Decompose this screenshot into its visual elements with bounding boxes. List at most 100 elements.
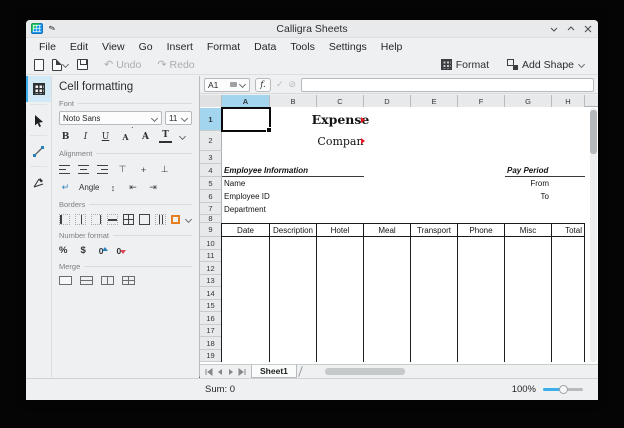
font-size-select[interactable]: 11 xyxy=(165,111,192,125)
cell-A5[interactable]: Name xyxy=(222,177,317,190)
align-right-icon[interactable] xyxy=(97,165,108,174)
menu-item[interactable]: Format xyxy=(200,40,247,54)
bold-button[interactable]: B xyxy=(59,130,72,143)
row-header-19[interactable]: 19 xyxy=(200,350,222,362)
table-header-cell[interactable]: Transport xyxy=(410,223,458,237)
currency-format-button[interactable]: $ xyxy=(80,245,85,256)
cell-G5[interactable]: From xyxy=(505,177,552,190)
border-vertical-icon[interactable] xyxy=(75,214,86,225)
align-center-icon[interactable] xyxy=(78,165,89,174)
vertical-scrollbar[interactable] xyxy=(590,108,597,362)
cell-C1[interactable]: Expense xyxy=(317,108,364,131)
first-sheet-icon[interactable] xyxy=(204,367,213,376)
table-header-cell[interactable]: Total xyxy=(551,223,585,237)
row-header-8[interactable]: 8 xyxy=(200,215,222,223)
merge-cells-icon[interactable] xyxy=(59,276,72,285)
border-horizontal-icon[interactable] xyxy=(107,214,118,225)
redo-label[interactable]: Redo xyxy=(170,59,195,71)
text-color-dropdown-icon[interactable] xyxy=(179,133,186,140)
decrease-precision-button[interactable]: 0 xyxy=(116,246,121,256)
accept-formula-icon[interactable]: ✓ xyxy=(276,79,284,90)
row-header-12[interactable]: 12 xyxy=(200,262,222,275)
row-header-17[interactable]: 17 xyxy=(200,325,222,337)
dock-tab-default-tool[interactable] xyxy=(26,107,51,133)
menu-item[interactable]: Go xyxy=(132,40,160,54)
row-header-9[interactable]: 9 xyxy=(200,223,222,237)
row-header-13[interactable]: 13 xyxy=(200,275,222,287)
row-header-15[interactable]: 15 xyxy=(200,300,222,312)
menu-item[interactable]: Tools xyxy=(283,40,322,54)
table-header-cell[interactable]: Phone xyxy=(457,223,505,237)
insert-function-button[interactable]: f. xyxy=(255,78,271,92)
dock-tab-calligraphy-tool[interactable] xyxy=(26,169,51,195)
cell-A6[interactable]: Employee ID xyxy=(222,190,317,203)
vertical-text-icon[interactable]: ↕ xyxy=(106,181,119,194)
menu-item[interactable]: Data xyxy=(247,40,283,54)
table-header-cell[interactable]: Meal xyxy=(363,223,411,237)
row-header-10[interactable]: 10 xyxy=(200,237,222,250)
row-header-3[interactable]: 3 xyxy=(200,151,222,164)
titlebar[interactable]: ✎ Calligra Sheets xyxy=(26,20,598,38)
row-header-1[interactable]: 1 xyxy=(200,108,222,131)
align-top-icon[interactable]: ⊤ xyxy=(116,163,129,176)
menu-item[interactable]: Insert xyxy=(160,40,200,54)
sheet-grid[interactable]: 12345678910111213141516171819DateDescrip… xyxy=(200,108,598,364)
border-left-icon[interactable] xyxy=(59,214,70,225)
open-document-icon[interactable] xyxy=(52,57,62,73)
menu-item[interactable]: Help xyxy=(374,40,410,54)
add-shape-button[interactable]: Add Shape xyxy=(502,57,590,73)
dock-tab-cell-tools[interactable] xyxy=(26,76,51,102)
cell-A7[interactable]: Department xyxy=(222,203,317,215)
table-header-cell[interactable]: Hotel xyxy=(316,223,364,237)
border-right-icon[interactable] xyxy=(91,214,102,225)
border-dropdown-icon[interactable] xyxy=(185,216,192,223)
underline-button[interactable]: U xyxy=(99,130,112,143)
row-header-6[interactable]: 6 xyxy=(200,190,222,203)
indent-increase-icon[interactable]: ⇥ xyxy=(146,181,159,194)
redo-icon[interactable]: ↷ xyxy=(157,57,166,73)
cell-selection-border[interactable] xyxy=(221,107,271,132)
column-header-A[interactable]: A xyxy=(222,95,270,107)
last-sheet-icon[interactable] xyxy=(237,367,246,376)
merge-vertical-icon[interactable] xyxy=(101,276,114,285)
increase-precision-button[interactable]: 0 xyxy=(99,246,104,256)
cell-G6[interactable]: To xyxy=(505,190,552,203)
cell-C2[interactable]: Compan xyxy=(317,131,364,151)
column-header-B[interactable]: B xyxy=(270,95,317,107)
row-header-18[interactable]: 18 xyxy=(200,337,222,350)
cell-A4[interactable]: Employee Information xyxy=(222,164,364,177)
select-all-corner[interactable] xyxy=(200,95,222,107)
row-header-14[interactable]: 14 xyxy=(200,287,222,300)
cell-G4[interactable]: Pay Period xyxy=(505,164,585,177)
text-color-button[interactable]: T xyxy=(159,130,172,143)
border-inner-icon[interactable] xyxy=(155,214,166,225)
menu-item[interactable]: Edit xyxy=(63,40,95,54)
column-header-G[interactable]: G xyxy=(505,95,552,107)
superscript-button[interactable]: A xyxy=(119,130,132,143)
table-header-cell[interactable]: Description xyxy=(269,223,317,237)
row-header-2[interactable]: 2 xyxy=(200,131,222,151)
row-header-11[interactable]: 11 xyxy=(200,250,222,262)
column-header-D[interactable]: D xyxy=(364,95,411,107)
save-icon[interactable] xyxy=(77,57,88,73)
row-header-5[interactable]: 5 xyxy=(200,177,222,190)
indent-decrease-icon[interactable]: ⇤ xyxy=(126,181,139,194)
cell-reference-box[interactable]: A1 xyxy=(204,78,250,92)
column-header-F[interactable]: F xyxy=(458,95,505,107)
align-bottom-icon[interactable]: ⊥ xyxy=(158,163,171,176)
column-header-E[interactable]: E xyxy=(411,95,458,107)
menu-item[interactable]: Settings xyxy=(322,40,374,54)
new-document-icon[interactable] xyxy=(34,57,44,73)
zoom-slider[interactable] xyxy=(543,388,583,391)
formula-input[interactable] xyxy=(301,78,594,92)
previous-sheet-icon[interactable] xyxy=(215,367,224,376)
angle-button[interactable]: Angle xyxy=(79,183,99,192)
align-left-icon[interactable] xyxy=(59,165,70,174)
border-all-icon[interactable] xyxy=(123,214,134,225)
percent-format-button[interactable]: % xyxy=(59,245,67,256)
menu-item[interactable]: View xyxy=(95,40,132,54)
sheet-tab[interactable]: Sheet1 xyxy=(251,365,297,378)
minimize-icon[interactable] xyxy=(550,25,558,33)
table-header-cell[interactable]: Misc xyxy=(504,223,552,237)
vertical-scrollbar-thumb[interactable] xyxy=(590,110,597,154)
